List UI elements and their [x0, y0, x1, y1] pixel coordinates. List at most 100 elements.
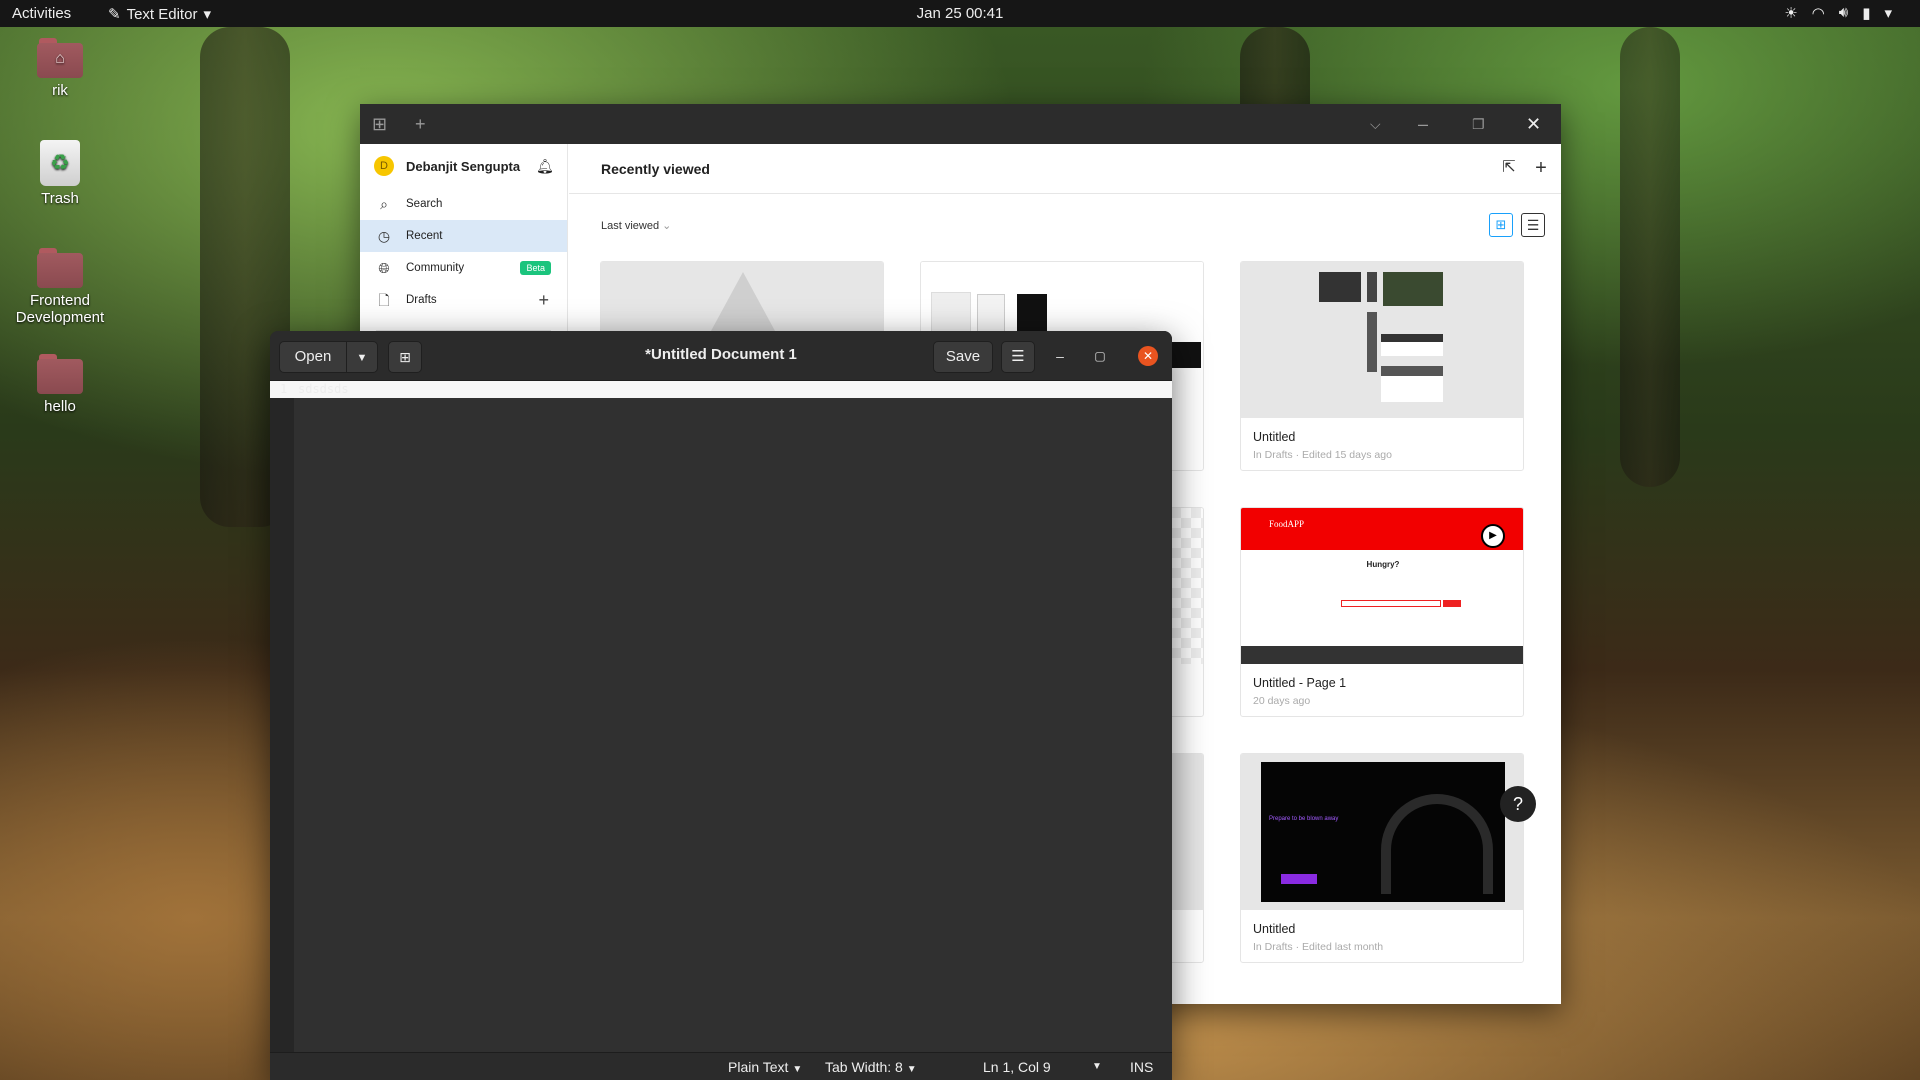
desktop-icon-trash[interactable]: ♻ Trash — [5, 140, 115, 207]
desktop-icon-hello[interactable]: hello — [5, 354, 115, 415]
chevron-down-icon[interactable]: ⌵ — [1370, 116, 1381, 133]
line-number-gutter — [270, 381, 294, 1052]
minimize-icon[interactable]: – — [1050, 346, 1070, 366]
system-tray[interactable]: ☀ ◠ 🔊︎ ▮ ▾ — [1784, 4, 1892, 22]
minimize-icon[interactable]: – — [1418, 114, 1428, 135]
file-card[interactable]: Prepare to be blown away Untitled In Dra… — [1240, 753, 1524, 963]
file-card[interactable]: FoodAPP ▶ Hungry? Untitled - Page 1 20 d… — [1240, 507, 1524, 717]
beta-badge: Beta — [520, 261, 551, 275]
open-button[interactable]: Open — [279, 341, 347, 373]
sidebar-item-label: Recent — [406, 230, 443, 242]
user-menu[interactable]: D Debanjit Sengupta 🔔︎ — [360, 144, 567, 188]
volume-icon: 🔊︎ — [1838, 4, 1849, 21]
sidebar-item-recent[interactable]: ◷ Recent — [360, 220, 567, 252]
page-header: Recently viewed ⇱ + — [569, 144, 1561, 194]
line-number: 1 — [280, 382, 288, 396]
sort-dropdown[interactable]: Last viewed ⌄ — [601, 219, 671, 232]
editor-headerbar: Open ▼ ⊞ *Untitled Document 1 Save ☰ – ▢… — [270, 331, 1172, 381]
add-draft-icon[interactable]: + — [538, 290, 549, 311]
grid-icon[interactable]: ⊞ — [372, 114, 387, 135]
app-menu-label: Text Editor — [126, 5, 198, 23]
activities-button[interactable]: Activities — [12, 5, 71, 22]
language-selector[interactable]: Plain Text ▼ — [728, 1059, 802, 1075]
close-icon[interactable]: ✕ — [1526, 114, 1541, 135]
language-label: Plain Text — [728, 1059, 789, 1075]
figma-titlebar: ⊞ + ⌵ – ❐ ✕ — [360, 104, 1561, 144]
globe-icon: 🌐︎ — [378, 260, 390, 276]
sidebar-item-label: Search — [406, 198, 443, 210]
desktop-icon-label: Frontend Development — [15, 292, 105, 326]
list-view-icon[interactable]: ☰ — [1521, 213, 1545, 237]
chevron-down-icon: ▼ — [356, 352, 368, 364]
save-label: Save — [945, 348, 981, 365]
new-tab-button[interactable]: ⊞ — [388, 341, 422, 373]
open-menu-button[interactable]: ▼ — [346, 341, 378, 373]
chevron-down-icon: ⌄ — [662, 220, 672, 232]
file-card[interactable]: Untitled In Drafts · Edited 15 days ago — [1240, 261, 1524, 471]
text-area[interactable] — [294, 381, 1172, 1052]
restore-icon[interactable]: ❐ — [1472, 116, 1485, 133]
play-icon[interactable]: ▶ — [1481, 524, 1505, 548]
desktop-icon-label: hello — [44, 398, 76, 415]
page-title: Recently viewed — [601, 161, 710, 177]
user-name: Debanjit Sengupta — [406, 158, 521, 174]
thumb-brand: FoodAPP — [1269, 519, 1305, 529]
chevron-down-icon: ▾ — [1884, 5, 1892, 22]
text-editor-icon: ✎ — [108, 6, 121, 23]
home-icon: ⌂ — [55, 50, 65, 67]
file-subtitle: In Drafts · Edited last month — [1253, 941, 1384, 953]
thumb-heading: Prepare to be blown away — [1269, 816, 1339, 822]
chevron-down-icon: ▼ — [792, 1064, 803, 1075]
clock-icon: ◷ — [377, 228, 391, 244]
sidebar-item-search[interactable]: ⌕ Search — [360, 188, 567, 220]
status-bar: Plain Text ▼ Tab Width: 8 ▼ Ln 1, Col 9 … — [270, 1052, 1172, 1080]
app-menu[interactable]: ✎ Text Editor ▾ — [108, 5, 211, 24]
document-title: *Untitled Document 1 — [645, 346, 797, 363]
new-file-icon[interactable]: + — [1529, 156, 1553, 180]
desktop-icon-home[interactable]: ⌂ rik — [5, 38, 115, 99]
chevron-down-icon: ▼ — [906, 1064, 917, 1075]
line-text[interactable]: sdsdsds — [298, 381, 349, 398]
desktop-icon-label: rik — [52, 82, 68, 99]
cursor-position[interactable]: Ln 1, Col 9 — [983, 1059, 1051, 1075]
sidebar-item-community[interactable]: 🌐︎ Community Beta — [360, 252, 567, 284]
brightness-icon: ☀ — [1784, 5, 1798, 22]
hamburger-icon: ☰ — [1011, 348, 1025, 365]
clock[interactable]: Jan 25 00:41 — [917, 5, 1004, 22]
close-icon[interactable]: ✕ — [1138, 346, 1158, 366]
grid-view-icon[interactable]: ⊞ — [1489, 213, 1513, 237]
desktop-icon-frontend-development[interactable]: Frontend Development — [5, 248, 115, 326]
open-label: Open — [294, 348, 332, 365]
sidebar-item-drafts[interactable]: 🗋 Drafts + — [360, 284, 567, 316]
chevron-down-icon: ▾ — [203, 6, 211, 23]
search-icon: ⌕ — [380, 196, 388, 212]
file-icon: 🗋 — [378, 292, 390, 308]
new-tab-icon[interactable]: + — [415, 114, 426, 135]
top-bar: Activities ✎ Text Editor ▾ Jan 25 00:41 … — [0, 0, 1920, 27]
recycle-icon: ♻ — [50, 150, 70, 175]
avatar: D — [374, 156, 394, 176]
thumb-heading: Hungry? — [1366, 560, 1400, 569]
file-title: Untitled - Page 1 — [1253, 676, 1347, 690]
desktop-icon-label: Trash — [41, 190, 79, 207]
new-document-icon: ⊞ — [399, 349, 411, 365]
current-line[interactable]: 1 sdsdsds — [270, 381, 1172, 398]
chevron-down-icon[interactable]: ▼ — [1092, 1061, 1102, 1072]
import-icon[interactable]: ⇱ — [1497, 156, 1521, 180]
tree-trunk — [1620, 27, 1680, 487]
sidebar-item-label: Drafts — [406, 294, 437, 306]
sort-label: Last viewed — [601, 220, 660, 232]
tab-width-label: Tab Width: 8 — [825, 1059, 903, 1075]
sidebar-item-label: Community — [406, 262, 465, 274]
file-thumbnail: FoodAPP ▶ Hungry? — [1241, 508, 1523, 664]
text-editor-window: Open ▼ ⊞ *Untitled Document 1 Save ☰ – ▢… — [270, 331, 1172, 1080]
insert-mode[interactable]: INS — [1130, 1059, 1153, 1075]
cursor-position-label: Ln 1, Col 9 — [983, 1059, 1051, 1075]
tab-width-selector[interactable]: Tab Width: 8 ▼ — [825, 1059, 917, 1075]
bell-icon[interactable]: 🔔︎ — [536, 158, 554, 175]
save-button[interactable]: Save — [933, 341, 993, 373]
main-menu-button[interactable]: ☰ — [1001, 341, 1035, 373]
file-subtitle: In Drafts · Edited 15 days ago — [1253, 449, 1392, 461]
maximize-icon[interactable]: ▢ — [1090, 346, 1110, 366]
help-button[interactable]: ? — [1500, 786, 1536, 822]
